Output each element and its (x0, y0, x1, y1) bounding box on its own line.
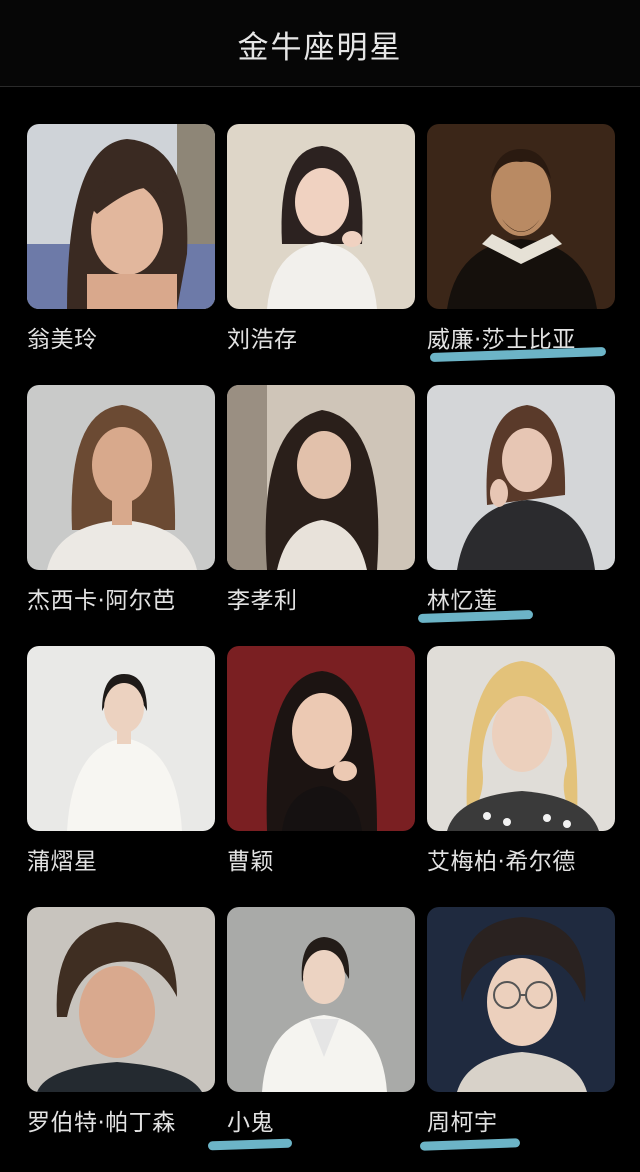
celebrity-name: 翁美玲 (27, 327, 98, 353)
celebrity-photo (427, 907, 615, 1092)
celebrity-name: 杰西卡·阿尔芭 (27, 588, 176, 614)
celebrity-photo (427, 385, 615, 570)
celebrity-photo (27, 385, 215, 570)
header-bar: 金牛座明星 (0, 0, 640, 87)
celebrity-name: 李孝利 (227, 588, 298, 614)
celebrity-photo (227, 124, 415, 309)
celebrity-name: 艾梅柏·希尔德 (427, 849, 576, 875)
celebrity-name: 小鬼 (227, 1110, 274, 1136)
celebrity-photo (27, 646, 215, 831)
celebrity-photo (227, 646, 415, 831)
celebrity-grid: 翁美玲 刘浩存 威廉·莎士比亚 杰西卡·阿尔芭 李孝利 林忆莲 蒲熠星 曹颖 艾… (0, 86, 640, 1172)
celebrity-name: 刘浩存 (227, 327, 298, 353)
celebrity-photo (227, 385, 415, 570)
celebrity-photo (27, 907, 215, 1092)
celebrity-name: 曹颖 (227, 849, 274, 875)
celebrity-name: 蒲熠星 (27, 849, 98, 875)
celebrity-name: 周柯宇 (427, 1110, 498, 1136)
celebrity-name: 罗伯特·帕丁森 (27, 1110, 176, 1136)
celebrity-name: 林忆莲 (427, 588, 498, 614)
celebrity-photo (27, 124, 215, 309)
page-title: 金牛座明星 (237, 30, 403, 66)
celebrity-photo (427, 124, 615, 309)
celebrity-photo (427, 646, 615, 831)
celebrity-photo (227, 907, 415, 1092)
